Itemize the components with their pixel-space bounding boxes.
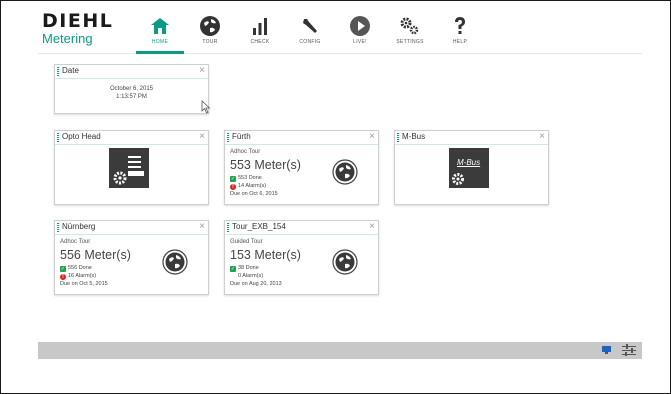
nav-check-label: CHECK (250, 39, 270, 45)
drag-handle[interactable] (57, 67, 59, 76)
nav-settings-label: SETTINGS (396, 39, 424, 45)
drag-handle[interactable] (227, 223, 229, 232)
widget-title: Date (62, 66, 79, 75)
m-bus-icon-text: M-Bus (457, 158, 481, 167)
widget-title: Opto Head (62, 132, 101, 141)
nav-config-label: CONFIG (299, 39, 321, 45)
alarm-count: 16 Alarm(s) (68, 273, 97, 279)
nav-live[interactable]: LIVE! (336, 8, 384, 54)
close-button[interactable]: × (369, 131, 375, 143)
nav-home[interactable]: HOME (136, 8, 184, 54)
done-status: ✓ 38 Done (230, 265, 259, 272)
done-count: 556 Done (68, 265, 92, 271)
widget-header: Opto Head × (55, 131, 208, 145)
meter-count: 553 Meter(s) (230, 158, 301, 172)
globe-icon (332, 249, 358, 275)
play-icon (350, 16, 370, 36)
diehl-logo: DIEHL Metering (42, 12, 113, 46)
opto-head-icon (109, 148, 149, 188)
check-icon: ✓ (230, 266, 236, 272)
nav-help-label: HELP (452, 39, 468, 45)
done-count: 553 Done (238, 175, 262, 181)
alarm-count: 14 Alarm(s) (238, 183, 267, 189)
nav-help[interactable]: HELP (436, 8, 484, 54)
close-button[interactable]: × (369, 221, 375, 233)
tour-type: Adhoc Tour (230, 149, 261, 155)
widget-title: M-Bus (402, 132, 426, 141)
alarm-icon: ! (230, 184, 236, 190)
logo-sub-brand: Metering (42, 31, 93, 46)
check-icon: ✓ (230, 176, 236, 182)
globe-icon (200, 16, 220, 36)
m-bus-widget[interactable]: M-Bus × M-Bus (394, 130, 549, 205)
date-widget: Date × October 6, 2015 1:13:57 PM (54, 64, 209, 114)
alarm-status: !0 Alarm(s) (230, 273, 263, 280)
wrench-icon (303, 19, 317, 33)
drag-handle[interactable] (57, 133, 59, 142)
nav-settings[interactable]: SETTINGS (386, 8, 434, 54)
tour-widget-exb-154[interactable]: Tour_EXB_154 × Guided Tour 153 Meter(s) … (224, 220, 379, 295)
widget-header: Tour_EXB_154 × (225, 221, 378, 235)
drag-handle[interactable] (397, 133, 399, 142)
done-status: ✓ 556 Done (60, 265, 92, 272)
widget-title: Tour_EXB_154 (232, 222, 286, 231)
gear-icon (452, 173, 464, 185)
app-container: DIEHL Metering HOME TOUR CHECK CONFIG LI… (38, 8, 642, 363)
nav-tour[interactable]: TOUR (186, 8, 234, 54)
globe-icon (332, 159, 358, 185)
m-bus-icon: M-Bus (449, 148, 489, 188)
widget-header: M-Bus × (395, 131, 548, 145)
monitor-icon[interactable] (602, 346, 611, 354)
alarm-status: ! 14 Alarm(s) (230, 183, 266, 190)
meter-count: 556 Meter(s) (60, 248, 131, 262)
globe-icon (162, 249, 188, 275)
close-button[interactable]: × (199, 221, 205, 233)
drag-handle[interactable] (57, 223, 59, 232)
nav-tour-label: TOUR (202, 39, 218, 45)
close-button[interactable]: × (199, 131, 205, 143)
due-date: Due on Oct 5, 2015 (60, 281, 108, 287)
nav-config[interactable]: CONFIG (286, 8, 334, 54)
date-value: October 6, 2015 (109, 86, 154, 92)
due-date: Due on Oct 6, 2015 (230, 191, 278, 197)
alarm-status: ! 16 Alarm(s) (60, 273, 96, 280)
due-date: Due on Aug 20, 2013 (230, 281, 282, 287)
tour-widget-nuernberg[interactable]: Nürnberg × Adhoc Tour 556 Meter(s) ✓ 556 … (54, 220, 209, 295)
mouse-cursor-icon (201, 100, 211, 114)
logo-brand: DIEHL (42, 10, 114, 32)
tour-type: Adhoc Tour (60, 239, 91, 245)
nav-check[interactable]: CHECK (236, 8, 284, 54)
sliders-icon[interactable] (622, 344, 636, 356)
widget-header: Nürnberg × (55, 221, 208, 235)
bar-chart-icon (253, 18, 267, 35)
close-button[interactable]: × (539, 131, 545, 143)
tour-type: Guided Tour (230, 239, 263, 245)
widget-title: Fürth (232, 132, 251, 141)
widget-header: Fürth × (225, 131, 378, 145)
time-value: 1:13:57 PM (116, 94, 147, 100)
date-display: October 6, 2015 1:13:57 PM (55, 85, 208, 101)
alarm-count: 0 Alarm(s) (238, 273, 264, 279)
close-button[interactable]: × (199, 65, 205, 77)
question-icon (455, 17, 465, 34)
done-count: 38 Done (238, 265, 259, 271)
status-bar (38, 342, 642, 359)
nav-live-label: LIVE! (353, 39, 367, 45)
top-bar: DIEHL Metering HOME TOUR CHECK CONFIG LI… (38, 8, 642, 54)
check-icon: ✓ (60, 266, 66, 272)
done-status: ✓ 553 Done (230, 175, 262, 182)
widget-title: Nürnberg (62, 222, 96, 231)
widget-header: Date × (55, 65, 208, 79)
tour-widget-fuerth[interactable]: Fürth × Adhoc Tour 553 Meter(s) ✓ 553 Don… (224, 130, 379, 205)
meter-count: 153 Meter(s) (230, 248, 301, 262)
home-icon (151, 18, 169, 34)
gears-icon (400, 17, 419, 35)
nav-home-label: HOME (151, 39, 169, 45)
alarm-icon: ! (230, 274, 236, 280)
drag-handle[interactable] (227, 133, 229, 142)
opto-head-widget[interactable]: Opto Head × (54, 130, 209, 205)
alarm-icon: ! (60, 274, 66, 280)
